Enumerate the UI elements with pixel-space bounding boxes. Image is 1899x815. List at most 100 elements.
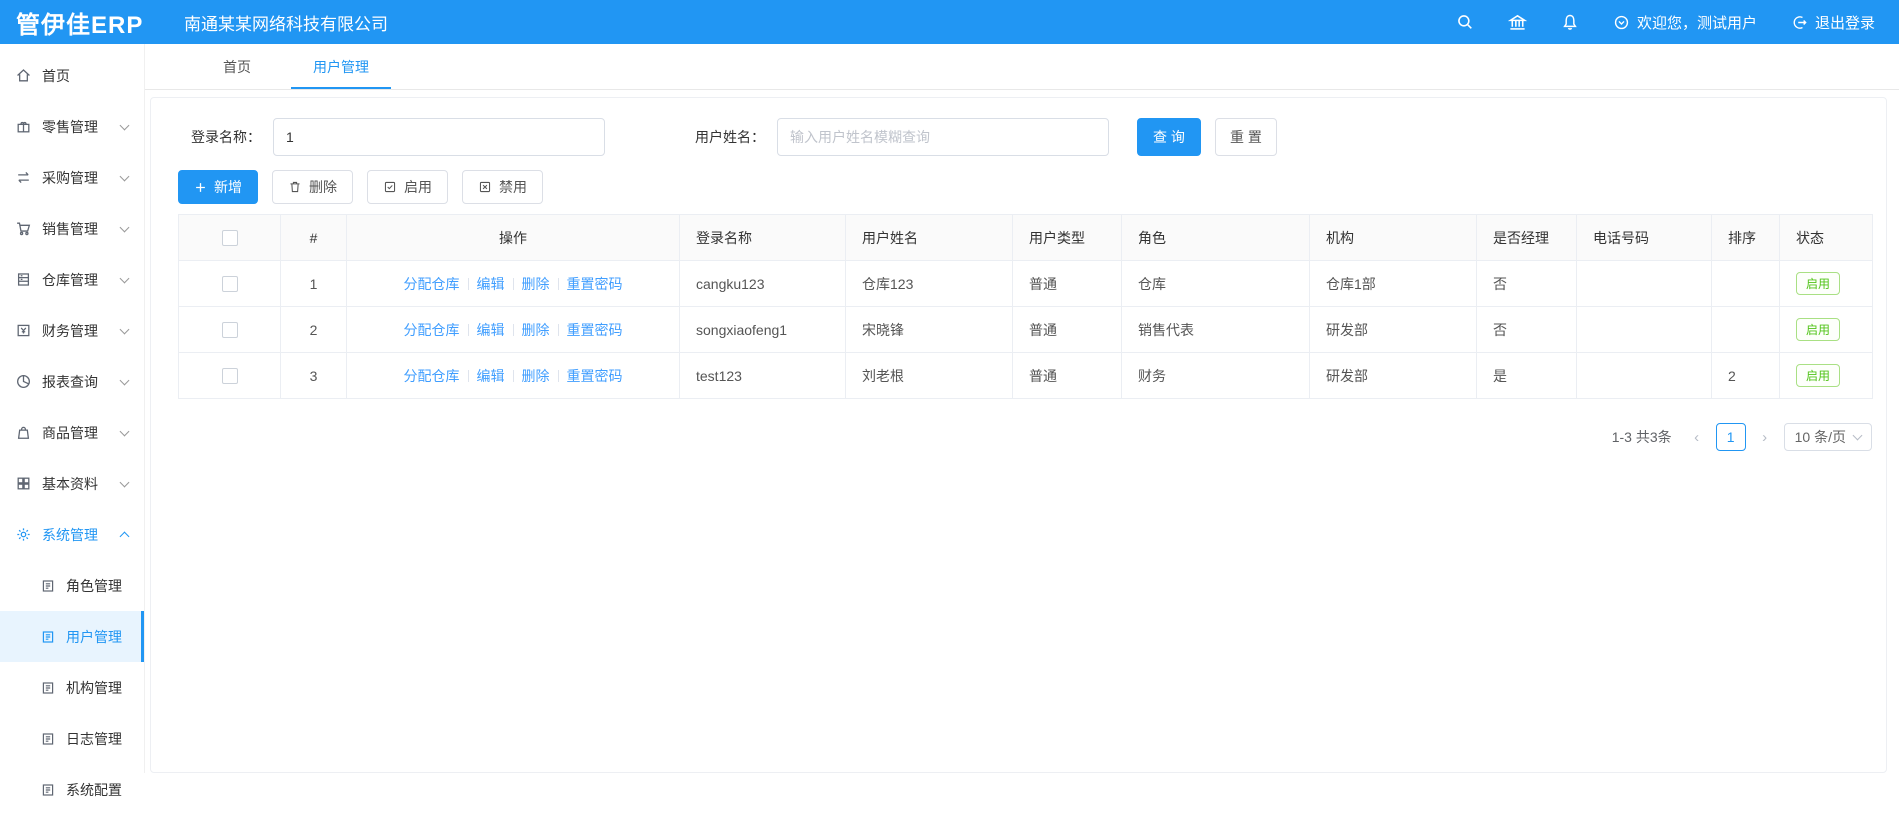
home-icon xyxy=(17,69,30,82)
sidebar-item-home[interactable]: 首页 xyxy=(0,50,144,101)
delete-button[interactable]: 删除 xyxy=(272,170,353,204)
prev-page-button[interactable]: ‹ xyxy=(1688,429,1706,446)
op-reset-password-link[interactable]: 重置密码 xyxy=(567,276,623,292)
page-size-select[interactable]: 10 条/页 xyxy=(1783,423,1872,451)
search-form: 登录名称： 用户姓名： 查 询 重 置 xyxy=(191,118,1886,156)
cell-manager: 是 xyxy=(1476,352,1577,399)
sidebar-subitem-logs[interactable]: 日志管理 xyxy=(0,713,144,764)
app-logo: 管伊佳ERP xyxy=(16,11,144,39)
status-badge[interactable]: 启用 xyxy=(1796,272,1841,295)
sidebar-item-goods[interactable]: 商品管理 xyxy=(0,407,144,458)
next-page-button[interactable]: › xyxy=(1756,429,1774,446)
sidebar-item-warehouse[interactable]: 仓库管理 xyxy=(0,254,144,305)
welcome-text: 欢迎您，测试用户 xyxy=(1636,14,1757,32)
sidebar-item-finance[interactable]: 财务管理 xyxy=(0,305,144,356)
document-icon xyxy=(42,579,54,592)
gift-icon xyxy=(17,121,30,133)
finance-icon xyxy=(17,324,30,337)
col-header-status: 状态 xyxy=(1779,214,1873,261)
sidebar-item-system[interactable]: 系统管理 xyxy=(0,509,144,560)
cell-type: 普通 xyxy=(1012,306,1122,353)
sidebar-subitem-config[interactable]: 系统配置 xyxy=(0,764,144,815)
bell-icon[interactable] xyxy=(1561,13,1579,31)
table-row: 1 分配仓库 编辑 删除 重置密码 cangku123 仓库123 普通 仓库 仓库1… xyxy=(178,260,1873,307)
op-edit-link[interactable]: 编辑 xyxy=(477,322,505,338)
logout-button[interactable]: 退出登录 xyxy=(1791,12,1875,33)
table-row: 3 分配仓库 编辑 删除 重置密码 test123 刘老根 普通 财务 研发部 是 2… xyxy=(178,352,1873,399)
delete-label: 删除 xyxy=(309,179,337,195)
col-header-org: 机构 xyxy=(1309,214,1477,261)
disable-label: 禁用 xyxy=(499,179,527,195)
page-1-button[interactable]: 1 xyxy=(1715,423,1746,451)
op-reset-password-link[interactable]: 重置密码 xyxy=(567,368,623,384)
op-edit-link[interactable]: 编辑 xyxy=(477,276,505,292)
search-icon[interactable] xyxy=(1456,13,1474,31)
chevron-down-icon xyxy=(119,273,130,283)
chevron-down-icon xyxy=(1852,430,1863,441)
status-badge[interactable]: 启用 xyxy=(1796,318,1841,341)
pagination: 1-3 共3条 ‹ 1 › 10 条/页 xyxy=(178,423,1872,451)
sidebar-subitem-users[interactable]: 用户管理 xyxy=(0,611,144,662)
logout-label: 退出登录 xyxy=(1814,14,1875,32)
login-name-input[interactable] xyxy=(273,118,605,156)
op-delete-link[interactable]: 删除 xyxy=(522,322,550,338)
sidebar-item-retail[interactable]: 零售管理 xyxy=(0,101,144,152)
sidebar-subitem-org[interactable]: 机构管理 xyxy=(0,662,144,713)
disable-button[interactable]: 禁用 xyxy=(462,170,543,204)
tab-user-management[interactable]: 用户管理 xyxy=(291,44,391,89)
sidebar-subitem-label: 机构管理 xyxy=(66,679,122,696)
op-delete-link[interactable]: 删除 xyxy=(522,368,550,384)
bank-icon[interactable] xyxy=(1507,13,1527,32)
cell-manager: 否 xyxy=(1476,260,1577,307)
status-badge[interactable]: 启用 xyxy=(1796,364,1841,387)
user-circle-icon xyxy=(1614,15,1629,29)
table-toolbar: 新增 删除 启用 禁用 xyxy=(178,170,1886,204)
chevron-down-icon xyxy=(119,222,130,232)
select-all-checkbox[interactable] xyxy=(221,230,238,247)
row-checkbox[interactable] xyxy=(221,368,238,385)
col-header-ops: 操作 xyxy=(346,214,680,261)
reset-button[interactable]: 重 置 xyxy=(1215,118,1277,156)
op-delete-link[interactable]: 删除 xyxy=(522,276,550,292)
query-button[interactable]: 查 询 xyxy=(1137,118,1201,156)
tab-home[interactable]: 首页 xyxy=(187,44,287,89)
op-assign-warehouse-link[interactable]: 分配仓库 xyxy=(404,276,460,292)
sidebar-item-purchase[interactable]: 采购管理 xyxy=(0,152,144,203)
sidebar-subitem-roles[interactable]: 角色管理 xyxy=(0,560,144,611)
add-button[interactable]: 新增 xyxy=(178,170,258,204)
content-panel: 登录名称： 用户姓名： 查 询 重 置 新增 删除 xyxy=(150,97,1887,773)
cell-type: 普通 xyxy=(1012,352,1122,399)
op-reset-password-link[interactable]: 重置密码 xyxy=(567,322,623,338)
col-header-name: 用户姓名 xyxy=(845,214,1013,261)
row-checkbox[interactable] xyxy=(221,276,238,293)
chevron-down-icon xyxy=(119,120,130,130)
login-name-label: 登录名称： xyxy=(191,129,261,145)
cell-org: 研发部 xyxy=(1309,306,1477,353)
add-label: 新增 xyxy=(214,179,242,195)
document-icon xyxy=(42,783,54,796)
x-square-icon xyxy=(479,181,491,193)
main-area: 首页 用户管理 登录名称： 用户姓名： 查 询 重 置 新增 xyxy=(145,44,1899,773)
cell-index: 2 xyxy=(280,306,347,353)
sidebar-item-label: 仓库管理 xyxy=(42,271,98,288)
pie-chart-icon xyxy=(17,375,30,388)
sidebar-subitem-label: 角色管理 xyxy=(66,577,122,594)
user-menu[interactable]: 欢迎您，测试用户 xyxy=(1613,12,1757,33)
tab-label: 首页 xyxy=(223,58,251,75)
op-edit-link[interactable]: 编辑 xyxy=(477,368,505,384)
sidebar-subitem-label: 用户管理 xyxy=(66,628,122,645)
sidebar-item-reports[interactable]: 报表查询 xyxy=(0,356,144,407)
cell-sort xyxy=(1711,260,1780,307)
sidebar-item-sales[interactable]: 销售管理 xyxy=(0,203,144,254)
row-checkbox[interactable] xyxy=(221,322,238,339)
cell-phone xyxy=(1576,306,1712,353)
op-assign-warehouse-link[interactable]: 分配仓库 xyxy=(404,368,460,384)
enable-button[interactable]: 启用 xyxy=(367,170,448,204)
chevron-down-icon xyxy=(119,171,130,181)
cell-index: 1 xyxy=(280,260,347,307)
user-name-input[interactable] xyxy=(777,118,1109,156)
sidebar-item-basic-data[interactable]: 基本资料 xyxy=(0,458,144,509)
sidebar-item-label: 商品管理 xyxy=(42,424,98,441)
company-name: 南通某某网络科技有限公司 xyxy=(184,14,388,34)
op-assign-warehouse-link[interactable]: 分配仓库 xyxy=(404,322,460,338)
